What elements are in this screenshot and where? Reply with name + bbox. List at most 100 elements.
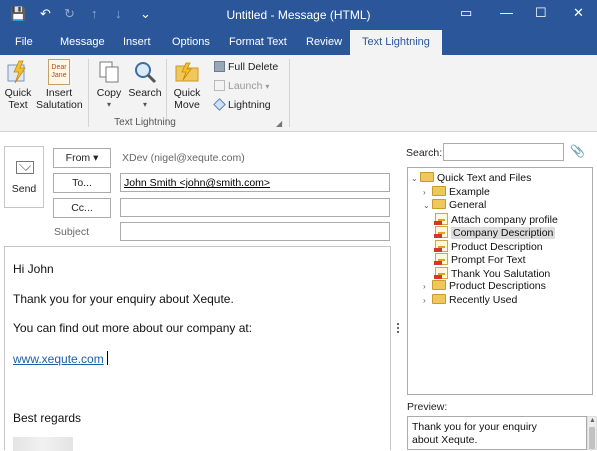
tree-item[interactable]: Thank You Salutation (434, 266, 551, 280)
subject-label: Subject (54, 226, 90, 238)
copy-button[interactable]: Copy ▾ (93, 59, 125, 111)
folder-move-icon (175, 62, 199, 82)
tree-folder[interactable]: ⌄ Quick Text and Files (411, 172, 531, 185)
folder-icon (420, 172, 434, 182)
quick-text-item-icon (434, 253, 448, 265)
body-line: Thank you for your enquiry about Xequte. (13, 292, 234, 306)
folder-icon (432, 280, 446, 290)
insert-salutation-label: Insert Salutation (36, 87, 83, 111)
body-closing: Best regards (13, 411, 82, 425)
close-icon[interactable]: ✕ (573, 5, 584, 21)
to-recipient[interactable]: John Smith <john@smith.com> (124, 177, 270, 189)
tab-options[interactable]: Options (172, 36, 210, 48)
from-button[interactable]: From ▾ (53, 148, 111, 168)
expand-icon[interactable]: › (423, 280, 432, 293)
tree-node-label: Prompt For Text (451, 254, 526, 266)
tab-file[interactable]: File (15, 36, 33, 48)
ribbon-display-options-icon[interactable]: ▭ (460, 5, 472, 21)
to-button[interactable]: To... (53, 173, 111, 193)
collapse-icon[interactable]: ⌄ (423, 199, 432, 212)
tree-node-label: Attach company profile (451, 213, 558, 226)
ribbon: Quick Text Dear Jane Insert Salutation C… (0, 55, 597, 132)
copy-icon (99, 61, 119, 83)
preview-text: Thank you for your enquiry about Xequte. (412, 421, 537, 446)
tab-format-text[interactable]: Format Text (229, 36, 287, 48)
quick-text-tree: ⌄ Quick Text and Files › Example ⌄ General Att… (407, 167, 593, 395)
quick-move-button[interactable]: Quick Move (170, 59, 204, 111)
folder-icon (432, 185, 446, 196)
tab-insert[interactable]: Insert (123, 36, 151, 48)
full-delete-label: Full Delete (228, 61, 279, 73)
full-delete-button[interactable]: Full Delete (214, 61, 278, 73)
copy-label: Copy (96, 87, 122, 99)
tree-folder[interactable]: › Recently Used (423, 293, 518, 307)
tree-item[interactable]: Company Description (434, 226, 556, 239)
quick-text-item-icon (434, 266, 448, 279)
company-link[interactable]: www.xequte.com (13, 352, 104, 366)
cc-button[interactable]: Cc... (53, 198, 111, 218)
expand-icon[interactable]: › (423, 294, 432, 307)
subject-field[interactable] (120, 222, 390, 241)
body-line: You can find out more about our company … (13, 321, 253, 335)
pane-splitter-handle[interactable] (397, 323, 400, 337)
minimize-icon[interactable]: — (500, 5, 513, 20)
ribbon-group-label: Text Lightning (114, 117, 176, 128)
to-field[interactable]: John Smith <john@smith.com> (120, 173, 390, 192)
tree-folder[interactable]: ⌄ General (423, 199, 486, 212)
paperclip-icon[interactable]: 📎 (570, 144, 585, 158)
tree-node-label: Thank You Salutation (451, 267, 551, 280)
tree-item[interactable]: Product Description (434, 239, 543, 253)
text-cursor (106, 351, 108, 365)
search-dropdown-icon: ▾ (142, 100, 147, 109)
tree-folder[interactable]: › Product Descriptions (423, 280, 546, 293)
tree-node-label: Recently Used (449, 293, 518, 306)
quick-text-item-icon (434, 212, 448, 225)
cc-field[interactable] (120, 198, 390, 217)
scroll-thumb[interactable] (589, 427, 595, 449)
launch-button[interactable]: Launch ▾ (214, 80, 269, 92)
preview-box: Thank you for your enquiry about Xequte. (407, 416, 587, 450)
insert-salutation-button[interactable]: Dear Jane Insert Salutation (36, 59, 83, 111)
quick-move-label: Quick Move (173, 87, 201, 111)
maximize-icon[interactable]: ☐ (535, 5, 547, 21)
tree-node-label: Example (449, 185, 490, 198)
preview-label: Preview: (407, 401, 448, 413)
quick-text-item-icon (434, 226, 448, 238)
group-launcher-icon[interactable]: ◢ (276, 119, 282, 128)
copy-dropdown-icon: ▾ (106, 100, 111, 109)
quick-text-button[interactable]: Quick Text (3, 59, 33, 111)
salutation-card-icon: Dear Jane (48, 59, 70, 85)
quick-text-pane: Search: 📎 ⌄ Quick Text and Files › Example ⌄… (402, 132, 597, 450)
tree-item[interactable]: Attach company profile (434, 212, 558, 226)
send-button[interactable]: Send (4, 146, 44, 208)
search-button[interactable]: Search ▾ (128, 59, 162, 111)
tree-folder[interactable]: › Example (423, 185, 490, 199)
tab-review[interactable]: Review (306, 36, 342, 48)
ribbon-tabs: File Message Insert Options Format Text … (0, 30, 597, 55)
send-label: Send (11, 183, 37, 195)
launch-label: Launch (228, 80, 263, 92)
preview-scrollbar[interactable]: ▲ (587, 416, 597, 450)
quick-text-item-icon (434, 239, 448, 252)
tree-node-label: General (449, 199, 487, 211)
collapse-icon[interactable]: ⌄ (411, 172, 420, 185)
quick-text-label: Quick Text (4, 87, 32, 111)
folder-icon (432, 199, 446, 209)
body-link-line: www.xequte.com (13, 351, 108, 366)
launch-dropdown-icon: ▾ (265, 82, 270, 91)
lightning-pen-icon (7, 60, 26, 84)
redacted-signature (13, 437, 73, 451)
scroll-up-icon[interactable]: ▲ (589, 417, 596, 424)
tab-message[interactable]: Message (60, 36, 105, 48)
tools-icon (213, 98, 226, 111)
tab-text-lightning[interactable]: Text Lightning (350, 30, 442, 55)
search-label: Search: (406, 147, 443, 159)
lightning-button[interactable]: Lightning (213, 98, 271, 111)
search-label: Search (128, 87, 162, 99)
tree-item[interactable]: Prompt For Text (434, 253, 526, 266)
folder-icon (432, 293, 446, 304)
expand-icon[interactable]: › (423, 186, 432, 199)
launch-icon (214, 80, 225, 91)
message-body[interactable]: Hi John Thank you for your enquiry about… (4, 246, 391, 451)
search-input[interactable] (443, 143, 564, 161)
